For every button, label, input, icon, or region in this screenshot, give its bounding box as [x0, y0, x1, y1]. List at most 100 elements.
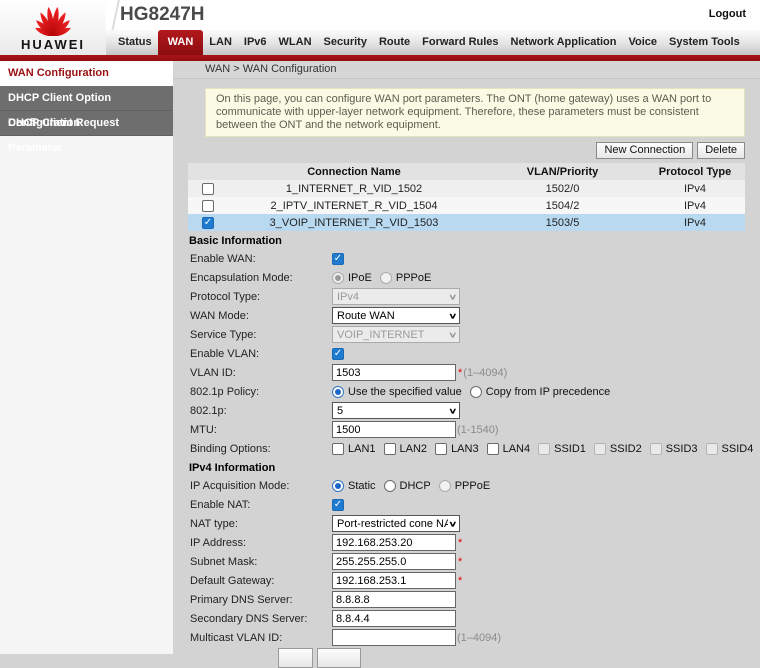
tab-route[interactable]: Route [373, 30, 416, 55]
nat-type-select[interactable]: Port-restricted cone NAT ∨ [332, 515, 460, 532]
ipoe-radio-label: IPoE [348, 272, 372, 284]
header: HUAWEI HG8247H Logout Status WAN LAN IPv… [0, 0, 760, 55]
header-vlan-priority: VLAN/Priority [480, 166, 645, 178]
dhcp-radio-label: DHCP [400, 480, 431, 492]
tab-forward-rules[interactable]: Forward Rules [416, 30, 504, 55]
ip-address-input[interactable] [332, 534, 456, 551]
8021p-policy-row: 802.1p Policy: Use the specified value C… [173, 382, 760, 401]
apply-button[interactable] [278, 648, 313, 668]
binding-options-label: Binding Options: [190, 443, 332, 455]
lan4-checkbox[interactable] [487, 443, 499, 455]
sidebar: WAN Configuration DHCP Client Option Con… [0, 61, 173, 654]
default-gateway-input[interactable] [332, 572, 456, 589]
row2-vlan: 1504/2 [480, 200, 645, 212]
main-content: WAN > WAN Configuration On this page, yo… [173, 61, 760, 654]
default-gateway-label: Default Gateway: [190, 575, 332, 587]
enable-nat-checkbox[interactable] [332, 499, 344, 511]
enable-vlan-checkbox[interactable] [332, 348, 344, 360]
primary-dns-row: Primary DNS Server: [173, 590, 760, 609]
table-row[interactable]: 2_IPTV_INTERNET_R_VID_1504 1504/2 IPv4 [188, 197, 745, 214]
subnet-mask-row: Subnet Mask: * [173, 552, 760, 571]
table-row-selected[interactable]: 3_VOIP_INTERNET_R_VID_1503 1503/5 IPv4 [188, 214, 745, 231]
tab-security[interactable]: Security [318, 30, 373, 55]
chevron-down-icon: ∨ [448, 330, 457, 339]
dhcp-radio[interactable] [384, 480, 396, 492]
required-asterisk: * [458, 367, 462, 379]
lan1-checkbox[interactable] [332, 443, 344, 455]
static-radio-label: Static [348, 480, 376, 492]
protocol-type-select: IPv4 ∨ [332, 288, 460, 305]
required-asterisk: * [458, 537, 462, 549]
encapsulation-mode-label: Encapsulation Mode: [190, 272, 332, 284]
cancel-button[interactable] [317, 648, 361, 668]
secondary-dns-input[interactable] [332, 610, 456, 627]
delete-button[interactable]: Delete [697, 142, 745, 159]
use-specified-value-label: Use the specified value [348, 386, 462, 398]
tab-lan[interactable]: LAN [203, 30, 238, 55]
row1-checkbox[interactable] [202, 183, 214, 195]
sidebar-item-wan-configuration[interactable]: WAN Configuration [0, 61, 173, 86]
chevron-down-icon: ∨ [448, 519, 457, 528]
vlan-id-input[interactable] [332, 364, 456, 381]
wan-mode-row: WAN Mode: Route WAN ∨ [173, 306, 760, 325]
sidebar-item-dhcp-client-request[interactable]: DHCP Client Request Parameter [0, 111, 173, 136]
row3-checkbox[interactable] [202, 217, 214, 229]
info-notice: On this page, you can configure WAN port… [205, 88, 745, 137]
ssid3-label: SSID3 [666, 443, 698, 455]
table-actions: New Connection Delete [173, 142, 745, 159]
enable-wan-checkbox[interactable] [332, 253, 344, 265]
ssid3-checkbox [650, 443, 662, 455]
header-connection-name: Connection Name [228, 166, 480, 178]
mtu-label: MTU: [190, 424, 332, 436]
use-specified-value-radio[interactable] [332, 386, 344, 398]
wan-mode-select[interactable]: Route WAN ∨ [332, 307, 460, 324]
ip-address-row: IP Address: * [173, 533, 760, 552]
ssid2-checkbox [594, 443, 606, 455]
primary-dns-label: Primary DNS Server: [190, 594, 332, 606]
vlan-id-label: VLAN ID: [190, 367, 332, 379]
subnet-mask-input[interactable] [332, 553, 456, 570]
tab-wlan[interactable]: WLAN [273, 30, 318, 55]
row1-vlan: 1502/0 [480, 183, 645, 195]
pppoe-radio-label: PPPoE [396, 272, 431, 284]
tab-wan[interactable]: WAN [158, 30, 204, 55]
row2-checkbox[interactable] [202, 200, 214, 212]
chevron-down-icon: ∨ [448, 292, 457, 301]
copy-from-ip-precedence-radio[interactable] [470, 386, 482, 398]
tab-system-tools[interactable]: System Tools [663, 30, 746, 55]
table-row[interactable]: 1_INTERNET_R_VID_1502 1502/0 IPv4 [188, 180, 745, 197]
vlan-id-range-hint: (1–4094) [463, 367, 507, 379]
8021p-label: 802.1p: [190, 405, 332, 417]
row1-protocol: IPv4 [645, 183, 745, 195]
ssid1-label: SSID1 [554, 443, 586, 455]
tab-network-application[interactable]: Network Application [505, 30, 623, 55]
tab-status[interactable]: Status [112, 30, 158, 55]
logout-link[interactable]: Logout [709, 8, 746, 20]
pppoe-mode-radio [439, 480, 451, 492]
static-radio[interactable] [332, 480, 344, 492]
connections-table: Connection Name VLAN/Priority Protocol T… [188, 163, 745, 231]
new-connection-button[interactable]: New Connection [596, 142, 693, 159]
tab-ipv6[interactable]: IPv6 [238, 30, 273, 55]
huawei-flower-icon [26, 4, 80, 36]
sidebar-item-dhcp-client-option[interactable]: DHCP Client Option Configuration [0, 86, 173, 111]
multicast-vlan-label: Multicast VLAN ID: [190, 632, 332, 644]
lan2-checkbox[interactable] [384, 443, 396, 455]
8021p-select[interactable]: 5 ∨ [332, 402, 460, 419]
protocol-type-label: Protocol Type: [190, 291, 332, 303]
lan1-label: LAN1 [348, 443, 376, 455]
tab-voice[interactable]: Voice [622, 30, 663, 55]
primary-dns-input[interactable] [332, 591, 456, 608]
multicast-vlan-input[interactable] [332, 629, 456, 646]
ssid2-label: SSID2 [610, 443, 642, 455]
lan3-checkbox[interactable] [435, 443, 447, 455]
enable-vlan-label: Enable VLAN: [190, 348, 332, 360]
ipv4-information-title: IPv4 Information [173, 461, 760, 476]
mtu-input[interactable] [332, 421, 456, 438]
multicast-vlan-row: Multicast VLAN ID: (1–4094) [173, 628, 760, 647]
nat-type-label: NAT type: [190, 518, 332, 530]
row2-connection-name: 2_IPTV_INTERNET_R_VID_1504 [228, 200, 480, 212]
ssid4-checkbox [706, 443, 718, 455]
enable-nat-label: Enable NAT: [190, 499, 332, 511]
enable-vlan-row: Enable VLAN: [173, 344, 760, 363]
